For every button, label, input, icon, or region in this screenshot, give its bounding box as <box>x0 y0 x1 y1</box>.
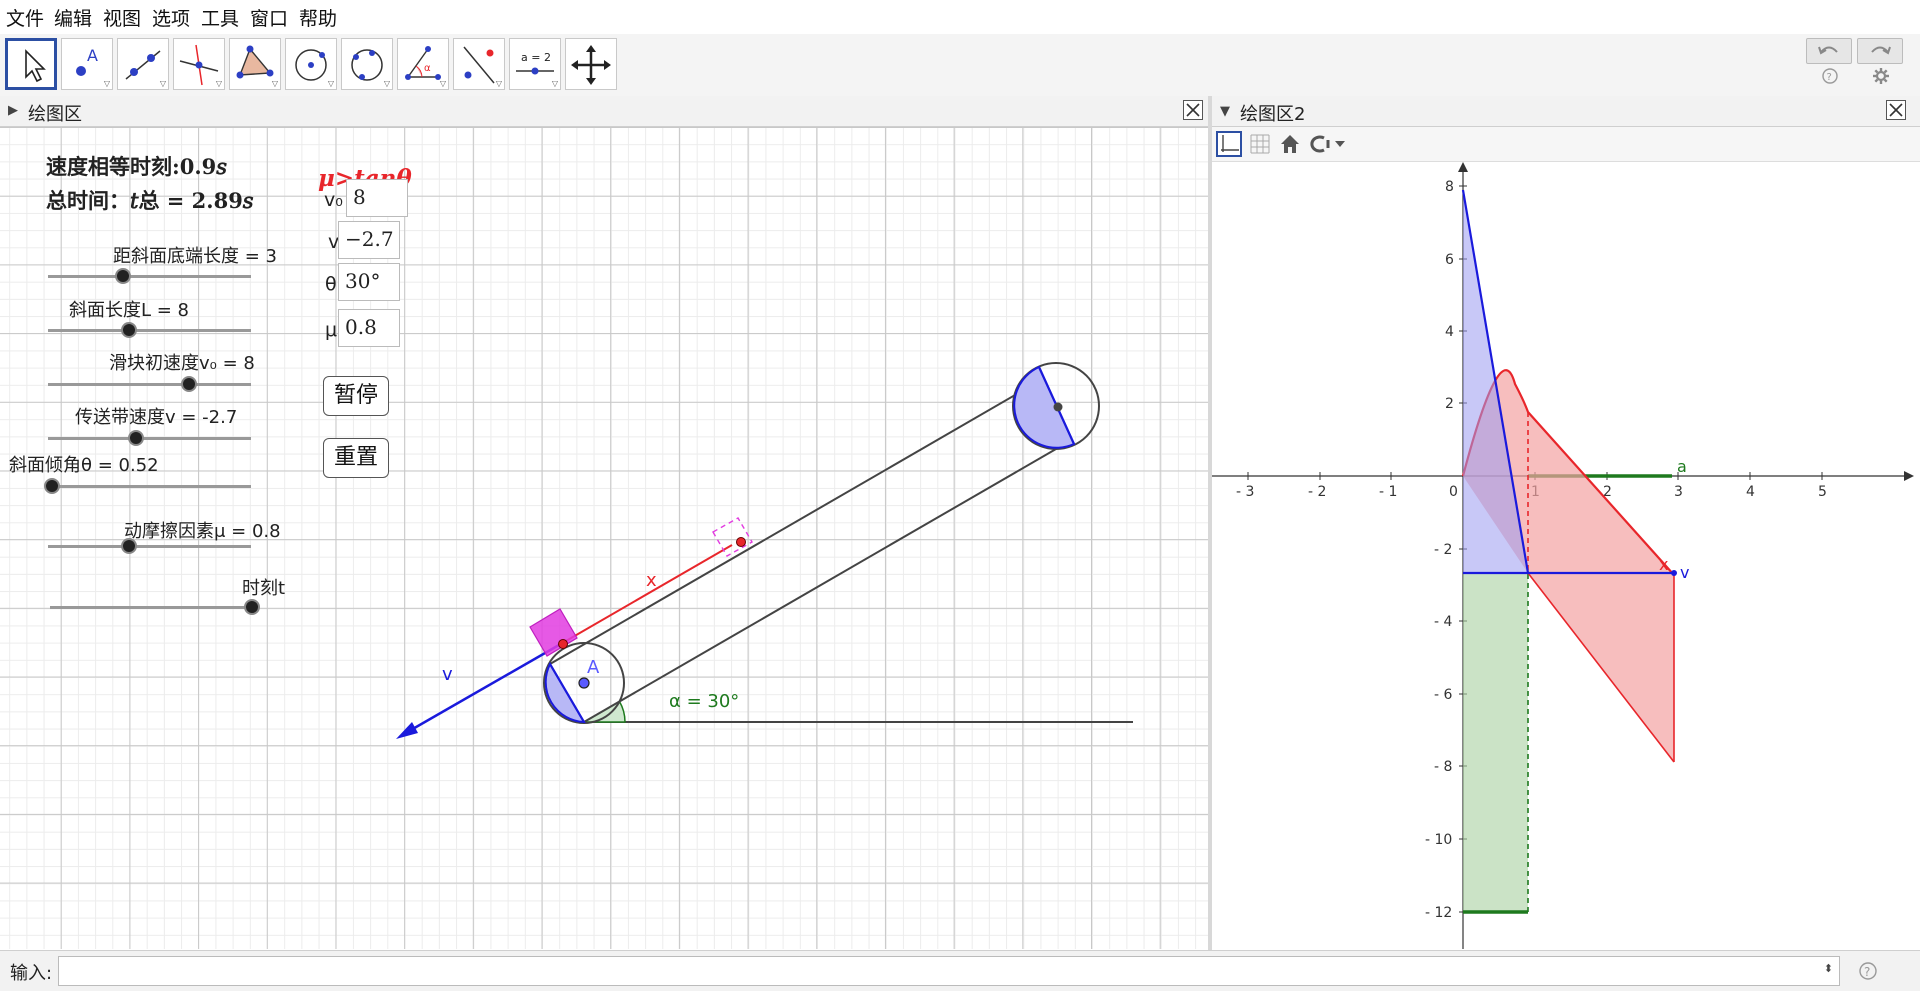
close-icon <box>1889 103 1903 117</box>
velocity-arrowhead <box>396 722 418 739</box>
y-axis-arrow <box>1458 162 1468 172</box>
x-tick-label: 3 <box>1674 484 1683 500</box>
home-icon[interactable] <box>1278 132 1302 156</box>
menu-bar: 文件 编辑 视图 选项 工具 窗口 帮助 <box>0 0 1920 35</box>
toolbar: A ▽ ▽ ▽ ▽ ▽ ▽ α ▽ ▽ a = 2 ▽ ? <box>0 34 1920 97</box>
y-tick-label: 2 <box>1445 396 1454 412</box>
x-tick-label: - 3 <box>1236 484 1254 500</box>
top-pulley-center <box>1053 402 1063 412</box>
graphics-view-canvas[interactable]: 速度相等时刻:0.9𝑠 总时间：𝑡总 = 2.89𝑠 μ>tanθ 距斜面底端长… <box>0 127 1208 949</box>
vt-graph: - 3 - 2 - 1 0 1 2 3 4 5 8 6 4 2 - 2 - 4 … <box>1212 162 1914 949</box>
close-graphics-view-button[interactable] <box>1183 100 1203 120</box>
v-end-point <box>1671 570 1677 576</box>
svg-text:?: ? <box>1827 72 1832 83</box>
slider-tool-button[interactable]: a = 2 ▽ <box>509 38 561 90</box>
menu-view[interactable]: 视图 <box>103 4 141 31</box>
v-vector-label: v <box>442 664 453 685</box>
y-tick-label: - 8 <box>1434 759 1452 775</box>
x-tick-label: - 2 <box>1308 484 1326 500</box>
v-curve-label: v <box>1680 563 1689 582</box>
menu-tools[interactable]: 工具 <box>201 4 239 31</box>
svg-text:?: ? <box>1864 965 1870 979</box>
x-label: x <box>646 570 657 591</box>
perpendicular-tool-button[interactable]: ▽ <box>173 38 225 90</box>
start-point <box>736 537 746 547</box>
velocity-vector <box>403 643 560 736</box>
graphics-view-2-header: ▼ 绘图区2 <box>1212 96 1920 127</box>
point-A-label: A <box>587 657 600 678</box>
x-tick-label: - 1 <box>1379 484 1397 500</box>
graphics-view-2-stylebar <box>1212 127 1920 162</box>
collapse-triangle-icon[interactable]: ▶ <box>8 103 18 118</box>
gear-icon[interactable] <box>1871 66 1891 86</box>
x-tick-label: 4 <box>1746 484 1755 500</box>
move-view-icon <box>571 45 611 85</box>
menu-edit[interactable]: 编辑 <box>54 4 92 31</box>
graphics-view-title: 绘图区 <box>28 104 82 125</box>
a-curve-label: a <box>1677 457 1687 476</box>
slider-block <box>529 608 578 657</box>
conveyor-diagram: A x v α = 30° <box>396 362 1133 739</box>
graphics-view-2-title: 绘图区2 <box>1240 104 1306 125</box>
menu-options[interactable]: 选项 <box>152 4 190 31</box>
menu-help[interactable]: 帮助 <box>299 4 337 31</box>
command-input[interactable]: ⬍ <box>58 956 1840 986</box>
axes-icon <box>1221 135 1239 152</box>
cursor-arrow-icon <box>25 49 46 83</box>
x-curve-label: x <box>1659 555 1668 574</box>
x-tick-label: 0 <box>1449 484 1458 500</box>
undo-button[interactable] <box>1806 38 1852 64</box>
polygon-tool-button[interactable]: ▽ <box>229 38 281 90</box>
close-graphics-view-2-button[interactable] <box>1886 100 1906 120</box>
block-point <box>558 639 568 649</box>
close-icon <box>1186 103 1200 117</box>
angle-alpha-label: α = 30° <box>669 691 739 712</box>
point-icon-label: A <box>87 46 98 65</box>
point-capturing-icon[interactable] <box>1308 132 1348 156</box>
redo-icon <box>1871 46 1891 55</box>
help-icon[interactable]: ? <box>1820 66 1840 86</box>
y-tick-label: 6 <box>1445 252 1454 268</box>
grid-icon[interactable] <box>1248 132 1272 156</box>
angle-tool-button[interactable]: α ▽ <box>397 38 449 90</box>
graphics-view-header: ▶ 绘图区 <box>0 96 1208 127</box>
y-tick-label: 8 <box>1445 179 1454 195</box>
y-tick-label: - 10 <box>1425 832 1452 848</box>
acceleration-area <box>1463 573 1528 912</box>
slider-icon-label: a = 2 <box>521 51 551 64</box>
graphics-view-2-canvas[interactable]: - 3 - 2 - 1 0 1 2 3 4 5 8 6 4 2 - 2 - 4 … <box>1212 162 1920 949</box>
y-tick-label: - 12 <box>1425 905 1452 921</box>
axes-toggle-button[interactable] <box>1216 131 1242 157</box>
input-history-arrow-icon[interactable]: ⬍ <box>1824 962 1833 975</box>
expand-triangle-icon[interactable]: ▼ <box>1220 104 1230 119</box>
redo-button[interactable] <box>1857 38 1903 64</box>
reflect-tool-button[interactable]: ▽ <box>453 38 505 90</box>
line-tool-button[interactable]: ▽ <box>117 38 169 90</box>
y-tick-label: - 6 <box>1434 687 1453 703</box>
circle-three-points-tool-button[interactable]: ▽ <box>341 38 393 90</box>
move-tool-button[interactable] <box>5 38 57 90</box>
circle-tool-button[interactable]: ▽ <box>285 38 337 90</box>
x-axis-arrow <box>1904 471 1914 481</box>
belt-upper-line <box>549 390 1023 665</box>
displacement-x-line <box>558 544 733 646</box>
y-tick-label: 4 <box>1445 324 1454 340</box>
input-bar-label: 输入: <box>10 963 53 984</box>
angle-icon-label: α <box>424 63 431 74</box>
x-tick-label: 5 <box>1818 484 1827 500</box>
y-tick-label: - 2 <box>1434 542 1452 558</box>
menu-window[interactable]: 窗口 <box>250 4 288 31</box>
y-tick-label: - 4 <box>1434 614 1453 630</box>
undo-icon <box>1818 46 1838 55</box>
point-tool-button[interactable]: A ▽ <box>61 38 113 90</box>
move-view-tool-button[interactable] <box>565 38 617 90</box>
dropdown-arrow-icon <box>1335 141 1345 147</box>
input-bar: 输入: ⬍ ? <box>0 950 1920 991</box>
pulley-center-A <box>578 677 590 689</box>
input-help-icon[interactable]: ? <box>1858 961 1878 981</box>
menu-file[interactable]: 文件 <box>6 4 44 31</box>
